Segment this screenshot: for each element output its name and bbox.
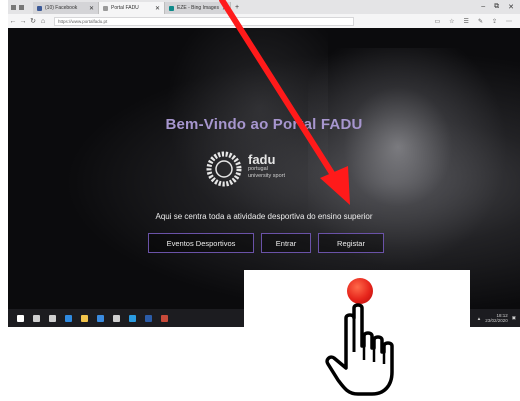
favorite-star-icon[interactable]: ☆ [449, 18, 454, 25]
close-icon[interactable]: ✕ [155, 5, 160, 12]
tab-controls [8, 4, 33, 10]
facebook-icon [37, 5, 42, 11]
home-icon[interactable]: ⌂ [38, 18, 48, 25]
browser-toolbar: ▭ ☆ ☰ ✎ ⇪ ⋯ [434, 18, 520, 25]
login-button[interactable]: Entrar [261, 233, 311, 253]
fadu-logo-text: fadu portugal university sport [248, 153, 285, 179]
tagline: Aqui se centra toda a atividade desporti… [155, 212, 373, 221]
tab-bing-images[interactable]: EZE - Bing Images ✕ [165, 2, 231, 14]
reading-view-icon[interactable]: ▭ [434, 18, 440, 25]
new-tab-button[interactable]: + [231, 4, 243, 11]
forward-arrow-icon[interactable]: → [18, 18, 28, 25]
sport-events-button[interactable]: Eventos Desportivos [148, 233, 254, 253]
maximize-button[interactable]: ⧉ [494, 3, 499, 11]
network-icon[interactable]: ▲ [477, 316, 481, 321]
word-icon[interactable] [145, 314, 152, 322]
pointing-hand-cursor-icon [325, 303, 394, 396]
logo-brand: fadu [248, 152, 276, 167]
tab-label: (10) Facebook [45, 5, 78, 11]
portal-fadu-page: Bem-Vindo ao Portal FADU fadu portugal u… [8, 28, 520, 309]
tab-list-icon[interactable] [11, 4, 16, 10]
search-icon[interactable] [33, 314, 40, 322]
refresh-icon[interactable]: ↻ [28, 17, 38, 25]
more-options-icon[interactable]: ⋯ [506, 18, 512, 25]
notifications-icon[interactable]: ▣ [512, 315, 516, 321]
logo-subtitle-line2: university sport [248, 172, 285, 179]
tab-label: Portal FADU [111, 5, 139, 11]
tab-back-icon[interactable] [19, 4, 24, 10]
click-dot-icon [347, 278, 373, 304]
tab-portal-fadu[interactable]: Portal FADU ✕ [99, 2, 165, 14]
system-tray: ▲ 18:12 23/02/2020 ▣ [477, 313, 520, 323]
back-arrow-icon[interactable]: ← [8, 18, 18, 25]
click-indicator-overlay [244, 270, 470, 401]
tab-label: EZE - Bing Images [177, 5, 219, 11]
store-icon[interactable] [97, 314, 104, 322]
browser-tab-bar: (10) Facebook ✕ Portal FADU ✕ EZE - Bing… [8, 0, 520, 14]
system-clock[interactable]: 18:12 23/02/2020 [485, 313, 508, 323]
window-controls: – ⧉ ✕ [481, 3, 520, 11]
register-button[interactable]: Registar [318, 233, 384, 253]
app-icon[interactable] [161, 314, 168, 322]
task-view-icon[interactable] [49, 314, 56, 322]
start-icon[interactable] [17, 314, 24, 322]
file-explorer-icon[interactable] [81, 314, 88, 322]
tab-facebook[interactable]: (10) Facebook ✕ [33, 2, 99, 14]
favorites-hub-icon[interactable]: ☰ [464, 18, 469, 25]
url-input[interactable]: https://www.portalfadu.pt [54, 16, 354, 26]
browser-address-bar: ← → ↻ ⌂ https://www.portalfadu.pt ▭ ☆ ☰ … [8, 14, 520, 29]
url-text: https://www.portalfadu.pt [58, 18, 108, 24]
mail-icon[interactable] [113, 314, 120, 322]
welcome-heading: Bem-Vindo ao Portal FADU [165, 116, 363, 133]
minimize-button[interactable]: – [481, 3, 485, 11]
close-window-button[interactable]: ✕ [508, 3, 514, 11]
close-icon[interactable]: ✕ [89, 5, 94, 12]
bing-icon [169, 5, 174, 11]
fadu-logo-icon [206, 151, 242, 187]
close-icon[interactable]: ✕ [222, 5, 227, 12]
page-icon [103, 5, 108, 11]
edge-icon[interactable] [65, 314, 72, 322]
share-icon[interactable]: ⇪ [492, 18, 497, 25]
clock-date: 23/02/2020 [485, 318, 508, 323]
ie-icon[interactable] [129, 314, 136, 322]
notes-pen-icon[interactable]: ✎ [478, 18, 483, 25]
